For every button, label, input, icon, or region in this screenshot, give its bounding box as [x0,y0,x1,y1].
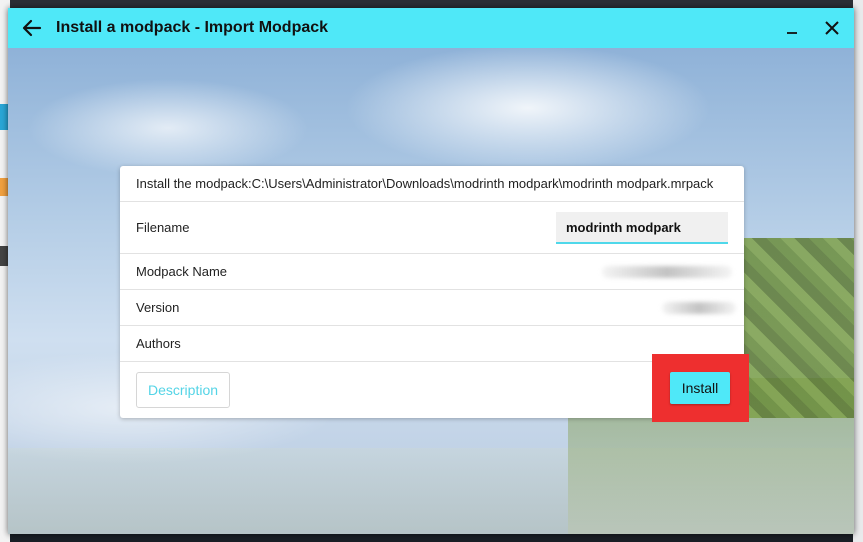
modpack-name-row: Modpack Name [120,254,744,290]
close-button[interactable] [812,8,852,48]
modpack-info-card: Install the modpack:C:\Users\Administrat… [120,166,744,418]
install-button[interactable]: Install [670,372,730,404]
close-icon [825,21,839,35]
modpack-name-value-redacted [602,266,732,278]
filename-input[interactable] [556,212,728,244]
card-footer: Description [120,362,744,418]
version-value-redacted [662,302,736,314]
authors-label: Authors [136,336,181,351]
minimize-icon [787,32,797,34]
back-button[interactable] [8,8,56,48]
scenery-tree [734,238,854,418]
arrow-left-icon [22,19,42,37]
background-app-right-edge [853,0,863,542]
dialog-title: Install a modpack - Import Modpack [56,19,329,36]
filename-row: Filename [120,202,744,254]
background-app-top-strip [0,0,863,8]
modpack-path-row: Install the modpack:C:\Users\Administrat… [120,166,744,202]
title-bar: Install a modpack - Import Modpack [8,8,854,48]
description-button[interactable]: Description [136,372,230,408]
install-modpack-dialog: Install a modpack - Import Modpack Insta… [8,8,854,534]
authors-row: Authors [120,326,744,362]
minimize-button[interactable] [772,8,812,48]
version-label: Version [136,300,180,315]
modpack-path-label: Install the modpack:C:\Users\Administrat… [136,176,714,191]
modpack-name-label: Modpack Name [136,264,228,279]
version-row: Version [120,290,744,326]
filename-label: Filename [136,220,190,235]
